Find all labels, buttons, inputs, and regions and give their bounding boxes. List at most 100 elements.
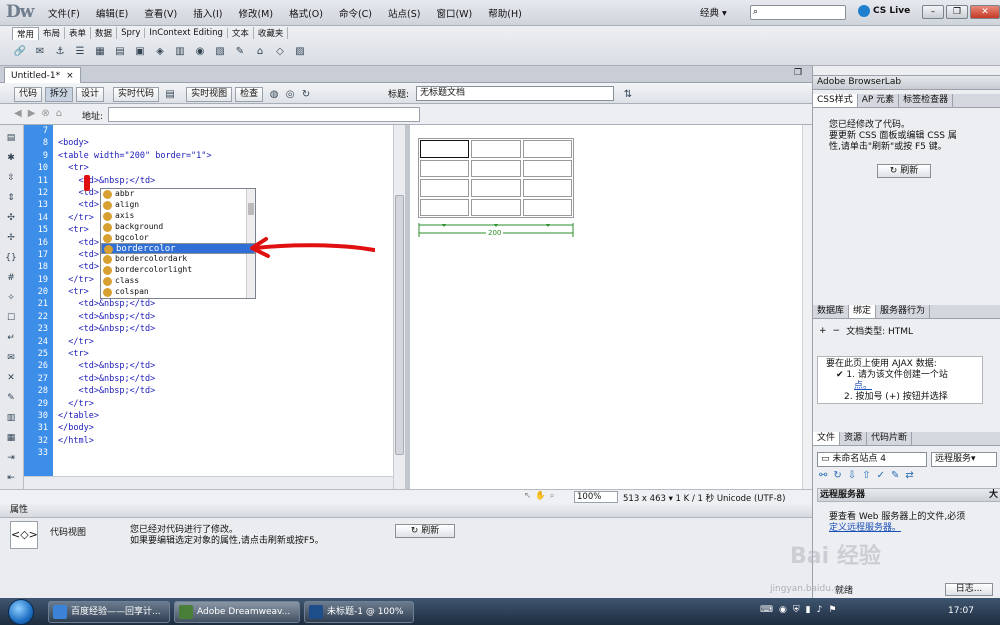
check-in-icon[interactable]: ✎	[891, 470, 899, 481]
table-cell[interactable]	[471, 198, 521, 216]
code-line[interactable]: <tr>	[53, 348, 393, 360]
file-management-icon[interactable]: ⇅	[620, 86, 636, 102]
head-icon[interactable]: ✎	[232, 43, 248, 59]
code-line[interactable]: </body>	[53, 422, 393, 434]
zoom-select[interactable]: 100%	[574, 491, 618, 503]
task-browser[interactable]: 百度经验——回享计...	[48, 601, 170, 623]
plus-icon[interactable]: +	[819, 326, 827, 336]
hand-tool-icon[interactable]: ✋	[535, 491, 546, 501]
cs-live-button[interactable]: CS Live	[858, 5, 910, 17]
home-icon[interactable]: ⌂	[56, 108, 62, 119]
tag-chooser-icon[interactable]: ▨	[292, 43, 308, 59]
menu-commands[interactable]: 命令(C)	[331, 6, 380, 20]
email-link-icon[interactable]: ✉	[32, 43, 48, 59]
code-line[interactable]: <td>&nbsp;</td>	[53, 373, 393, 385]
tab-tag-inspector[interactable]: 标签检查器	[899, 94, 954, 107]
insert-tab-forms[interactable]: 表单	[65, 27, 92, 39]
server-view-select[interactable]: 远程服务▾	[931, 452, 997, 467]
code-line[interactable]: </table>	[53, 410, 393, 422]
select-tool-icon[interactable]: ↖	[524, 491, 531, 501]
code-line[interactable]	[53, 125, 393, 137]
tab-bindings[interactable]: 绑定	[849, 305, 877, 318]
code-line[interactable]: <table width="200" border="1">	[53, 150, 393, 162]
code-hint-item[interactable]: align	[101, 200, 255, 211]
remove-comment-icon[interactable]: ✕	[4, 371, 18, 385]
insert-tab-favorites[interactable]: 收藏夹	[254, 27, 289, 39]
volume-icon[interactable]: ♪	[817, 605, 823, 615]
shield-icon[interactable]: ⛨	[793, 605, 800, 615]
code-line[interactable]: <body>	[53, 137, 393, 149]
document-tab-close-icon[interactable]: ×	[66, 71, 74, 81]
minimize-button[interactable]: –	[922, 5, 944, 19]
restore-icon[interactable]: ❐	[794, 68, 802, 78]
tab-snippets[interactable]: 代码片断	[867, 432, 913, 445]
div-icon[interactable]: ▤	[112, 43, 128, 59]
menu-site[interactable]: 站点(S)	[380, 6, 428, 20]
table-cell[interactable]	[471, 179, 521, 197]
expand-all-icon[interactable]: ✣	[4, 211, 18, 225]
preview-icon[interactable]: ◎	[282, 86, 298, 102]
highlight-invalid-icon[interactable]: ✧	[4, 291, 18, 305]
menu-help[interactable]: 帮助(H)	[480, 6, 530, 20]
code-line[interactable]: </tr>	[53, 398, 393, 410]
menu-format[interactable]: 格式(O)	[281, 6, 331, 20]
help-search-input[interactable]: ⌕	[750, 5, 846, 20]
table-cell[interactable]	[471, 140, 521, 158]
refresh-files-icon[interactable]: ↻	[833, 470, 841, 481]
document-tab[interactable]: Untitled-1* ×	[4, 67, 81, 83]
outdent-icon[interactable]: ⇤	[4, 471, 18, 485]
tab-server-behaviors[interactable]: 服务器行为	[876, 305, 931, 318]
tab-ap-elements[interactable]: AP 元素	[858, 94, 900, 107]
table-cell[interactable]	[420, 179, 470, 197]
tab-files[interactable]: 文件	[813, 432, 841, 445]
menu-view[interactable]: 查看(V)	[136, 6, 185, 20]
menu-insert[interactable]: 插入(I)	[185, 6, 230, 20]
design-scrollbar[interactable]	[802, 125, 812, 489]
table-cell[interactable]	[420, 198, 470, 216]
code-hint-item[interactable]: bgcolor	[101, 233, 255, 244]
menu-file[interactable]: 文件(F)	[40, 6, 88, 20]
code-hint-item[interactable]: bordercolorlight	[101, 265, 255, 276]
minus-icon[interactable]: −	[833, 326, 841, 336]
code-line[interactable]: <td>&nbsp;</td>	[53, 385, 393, 397]
table-icon[interactable]: ▦	[92, 43, 108, 59]
menu-edit[interactable]: 编辑(E)	[88, 6, 136, 20]
insert-tab-spry[interactable]: Spry	[117, 28, 146, 38]
insert-tab-data[interactable]: 数据	[91, 27, 118, 39]
code-line[interactable]: <td>&nbsp;</td>	[53, 175, 393, 187]
move-css-icon[interactable]: ▦	[4, 431, 18, 445]
code-line[interactable]: <td>&nbsp;</td>	[53, 323, 393, 335]
table-cell[interactable]	[522, 159, 572, 177]
line-numbers-icon[interactable]: #	[4, 271, 18, 285]
check-out-icon[interactable]: ✓	[877, 470, 885, 481]
indent-icon[interactable]: ⇥	[4, 451, 18, 465]
workspace-switcher[interactable]: 经典 ▾	[700, 5, 727, 19]
collapse-tag-icon[interactable]: ⇳	[4, 171, 18, 185]
language-icon[interactable]: ⌨	[760, 605, 773, 615]
task-dreamweaver[interactable]: Adobe Dreamweav...	[174, 601, 300, 623]
globe-icon[interactable]: ◍	[266, 86, 282, 102]
table-cell[interactable]	[471, 159, 521, 177]
table-cell[interactable]	[420, 140, 470, 158]
refresh-icon[interactable]: ↻	[298, 86, 314, 102]
inspect-button[interactable]: 检查	[235, 86, 264, 102]
table-cell[interactable]	[420, 159, 470, 177]
define-remote-server-link[interactable]: 定义远程服务器。	[829, 523, 979, 534]
scrollbar-thumb[interactable]	[395, 195, 404, 455]
network-icon[interactable]: ▮	[806, 605, 811, 615]
design-table[interactable]	[418, 138, 574, 218]
security-icon[interactable]: ◉	[779, 605, 787, 615]
code-view-button[interactable]: 代码	[14, 86, 43, 102]
properties-refresh-button[interactable]: ↻ 刷新	[395, 524, 455, 538]
live-view-button[interactable]: 实时视图	[186, 86, 233, 102]
code-hint-item[interactable]: class	[101, 276, 255, 287]
table-cell[interactable]	[522, 179, 572, 197]
tab-databases[interactable]: 数据库	[813, 305, 850, 318]
insert-tab-common[interactable]: 常用	[12, 26, 40, 40]
syntax-error-icon[interactable]: ☐	[4, 311, 18, 325]
insert-tab-incontext[interactable]: InContext Editing	[145, 28, 228, 38]
code-line[interactable]	[53, 447, 393, 459]
insert-tab-text[interactable]: 文本	[228, 27, 254, 39]
forward-icon[interactable]: ▶	[28, 108, 36, 119]
menu-modify[interactable]: 修改(M)	[230, 6, 281, 20]
